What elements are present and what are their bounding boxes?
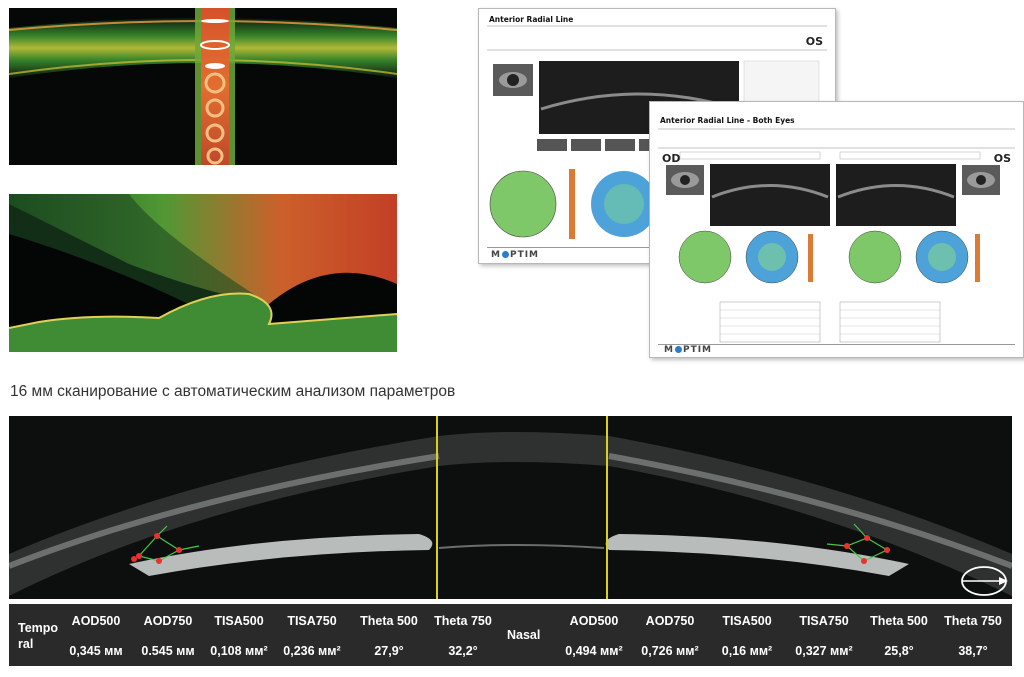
temporal-value-theta500: 27,9° <box>374 644 404 658</box>
oct-cornea-image <box>9 8 397 165</box>
nasal-header-tisa500: TISA500 <box>722 614 772 628</box>
nasal-header-aod500: AOD500 <box>569 614 619 628</box>
temporal-header-aod500: AOD500 <box>71 614 121 628</box>
nasal-header-theta500: Theta 500 <box>870 614 928 628</box>
optim-logo: M PTIM <box>664 345 713 355</box>
temporal-value-theta750: 32,2° <box>448 644 478 658</box>
report-both-eyes: Anterior Radial Line - Both Eyes OD OS M… <box>649 101 1024 358</box>
optim-logo: M PTIM <box>491 250 540 260</box>
nasal-value-aod500: 0,494 мм² <box>565 644 623 658</box>
nasal-value-aod750: 0,726 мм² <box>641 644 699 658</box>
temporal-header-theta500: Theta 500 <box>360 614 418 628</box>
temporal-value-aod500: 0,345 мм <box>69 644 123 658</box>
nasal-header-aod750: AOD750 <box>645 614 695 628</box>
temporal-value-tisa500: 0,108 мм² <box>210 644 268 658</box>
scan-16mm-image <box>9 416 1012 599</box>
temporal-header-theta750: Theta 750 <box>434 614 492 628</box>
nasal-value-theta750: 38,7° <box>958 644 988 658</box>
nasal-header-theta750: Theta 750 <box>944 614 1002 628</box>
temporal-value-tisa750: 0,236 мм² <box>283 644 341 658</box>
nasal-value-tisa750: 0,327 мм² <box>795 644 853 658</box>
nasal-label: Nasal <box>507 628 541 642</box>
temporal-label: Tempo ral <box>18 621 59 651</box>
scan-caption: 16 мм сканирование с автоматическим анал… <box>10 383 456 400</box>
temporal-value-aod750: 0.545 мм <box>141 644 195 658</box>
angle-parameters-table: Tempo ral AOD500 AOD750 TISA500 TISA750 … <box>9 604 1012 666</box>
oct-angle-image <box>9 194 397 352</box>
nasal-value-theta500: 25,8° <box>884 644 914 658</box>
temporal-header-tisa500: TISA500 <box>214 614 264 628</box>
temporal-header-aod750: AOD750 <box>143 614 193 628</box>
temporal-header-tisa750: TISA750 <box>287 614 337 628</box>
nasal-value-tisa500: 0,16 мм² <box>721 644 773 658</box>
nasal-header-tisa750: TISA750 <box>799 614 849 628</box>
